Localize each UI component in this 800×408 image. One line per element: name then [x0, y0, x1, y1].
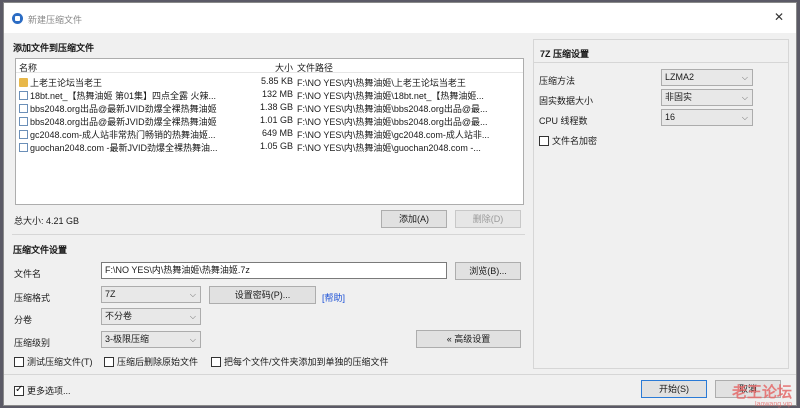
- format-select[interactable]: 7Z ⌵: [101, 286, 201, 303]
- chevron-down-icon: ⌵: [741, 93, 748, 102]
- checkbox-label: 测试压缩文件(T): [27, 357, 93, 367]
- title-bar: 新建压缩文件 ✕: [4, 3, 796, 33]
- level-label: 压缩级别: [14, 338, 51, 348]
- app-icon: [12, 13, 23, 24]
- method-value: LZMA2: [665, 72, 695, 82]
- column-name[interactable]: 名称: [19, 61, 217, 74]
- file-icon: [19, 104, 28, 113]
- divider: [12, 234, 525, 235]
- watermark-url: laowang.vip: [755, 401, 792, 408]
- column-path[interactable]: 文件路径: [297, 61, 497, 74]
- checkbox-box: [211, 357, 221, 367]
- file-size: 649 MB: [261, 128, 293, 138]
- test-archive-checkbox[interactable]: 测试压缩文件(T): [14, 355, 93, 368]
- chevron-down-icon: ⌵: [189, 335, 196, 344]
- list-item[interactable]: gc2048.com-成人站非常热门畅销的热舞油姬... 649 MB F:\N…: [16, 126, 523, 140]
- file-size: 1.05 GB: [259, 141, 293, 151]
- column-size[interactable]: 大小: [221, 61, 293, 74]
- checkbox-box: [539, 136, 549, 146]
- each-separate-checkbox[interactable]: 把每个文件/文件夹添加到单独的压缩文件: [211, 355, 389, 368]
- total-size: 总大小: 4.21 GB: [14, 216, 80, 226]
- level-select[interactable]: 3-极限压缩 ⌵: [101, 331, 201, 348]
- threads-value: 16: [665, 112, 676, 122]
- window-title: 新建压缩文件: [28, 15, 83, 25]
- solid-size-label: 固实数据大小: [539, 96, 594, 106]
- file-icon: [19, 91, 28, 100]
- format-label: 压缩格式: [14, 293, 51, 303]
- checkbox-box: [14, 357, 24, 367]
- chevron-down-icon: ⌵: [741, 113, 748, 122]
- compress-section-title: 压缩文件设置: [13, 245, 68, 255]
- chevron-down-icon: ⌵: [189, 312, 196, 321]
- watermark: 老王论坛: [731, 384, 792, 401]
- file-list[interactable]: 名称 大小 文件路径 上老王论坛当老王 5.85 KB F:\NO YES\内\…: [15, 58, 524, 205]
- file-path: F:\NO YES\内\热舞油姬\guochan2048.com -...: [297, 143, 481, 153]
- start-button[interactable]: 开始(S): [641, 380, 707, 398]
- format-value: 7Z: [105, 289, 116, 299]
- list-item[interactable]: guochan2048.com -最新JVID劲爆全裸热舞油... 1.05 G…: [16, 139, 523, 153]
- file-icon: [19, 117, 28, 126]
- checkbox-label: 更多选项...: [27, 386, 71, 396]
- close-icon[interactable]: ✕: [774, 10, 784, 24]
- divider: [534, 62, 788, 63]
- method-select[interactable]: LZMA2 ⌵: [661, 69, 753, 86]
- file-size: 1.38 GB: [259, 102, 293, 112]
- delete-button[interactable]: 删除(D): [455, 210, 521, 228]
- compress-dialog: 新建压缩文件 ✕ 添加文件到压缩文件 名称 大小 文件路径 上老王论坛当老王 5…: [3, 2, 797, 406]
- chevron-down-icon: ⌵: [189, 290, 196, 299]
- file-icon: [19, 143, 28, 152]
- more-options-checkbox[interactable]: 更多选项...: [14, 384, 71, 397]
- file-size: 1.01 GB: [259, 115, 293, 125]
- file-icon: [19, 130, 28, 139]
- list-item[interactable]: 18bt.net_【热舞油姬 第01集】四点全露 火辣... 132 MB F:…: [16, 87, 523, 101]
- list-item[interactable]: 上老王论坛当老王 5.85 KB F:\NO YES\内\热舞油姬\上老王论坛当…: [16, 74, 523, 88]
- sevenz-settings-panel: 7Z 压缩设置 压缩方法 LZMA2 ⌵ 固实数据大小 非固实 ⌵ CPU 线程数 …: [533, 39, 789, 369]
- chevron-down-icon: ⌵: [741, 73, 748, 82]
- checkbox-label: 文件名加密: [552, 136, 598, 146]
- encrypt-names-checkbox[interactable]: 文件名加密: [539, 134, 597, 147]
- add-section-title: 添加文件到压缩文件: [13, 43, 95, 53]
- level-value: 3-极限压缩: [105, 334, 150, 344]
- threads-select[interactable]: 16 ⌵: [661, 109, 753, 126]
- split-label: 分卷: [14, 315, 33, 325]
- solid-size-value: 非固实: [665, 92, 693, 102]
- file-size: 5.85 KB: [260, 76, 293, 86]
- add-button[interactable]: 添加(A): [381, 210, 447, 228]
- set-password-button[interactable]: 设置密码(P)...: [209, 286, 316, 304]
- file-list-header: 名称 大小 文件路径: [16, 59, 523, 73]
- delete-source-checkbox[interactable]: 压缩后删除原始文件: [104, 355, 198, 368]
- checkbox-label: 把每个文件/文件夹添加到单独的压缩文件: [224, 357, 389, 367]
- threads-label: CPU 线程数: [539, 116, 588, 126]
- browse-button[interactable]: 浏览(B)...: [455, 262, 521, 280]
- file-name: guochan2048.com -最新JVID劲爆全裸热舞油...: [30, 143, 217, 153]
- split-select[interactable]: 不分卷 ⌵: [101, 308, 201, 325]
- folder-icon: [19, 78, 28, 87]
- sevenz-title: 7Z 压缩设置: [540, 49, 590, 59]
- split-value: 不分卷: [105, 311, 133, 321]
- checkbox-box: [104, 357, 114, 367]
- filename-label: 文件名: [14, 269, 42, 279]
- checkbox-label: 压缩后删除原始文件: [117, 357, 199, 367]
- filename-field[interactable]: F:\NO YES\内\热舞油姬\热舞油姬.7z: [101, 262, 447, 279]
- list-item[interactable]: bbs2048.org出品@最新JVID劲爆全裸热舞油姬... 1.01 GB …: [16, 113, 523, 127]
- help-link[interactable]: [帮助]: [322, 291, 345, 304]
- checkbox-box: [14, 384, 24, 396]
- list-item[interactable]: bbs2048.org出品@最新JVID劲爆全裸热舞油姬... 1.38 GB …: [16, 100, 523, 114]
- file-size: 132 MB: [261, 89, 293, 99]
- method-label: 压缩方法: [539, 76, 576, 86]
- solid-size-select[interactable]: 非固实 ⌵: [661, 89, 753, 106]
- advanced-settings-button[interactable]: « 高级设置: [416, 330, 521, 348]
- footer-divider: [4, 374, 796, 375]
